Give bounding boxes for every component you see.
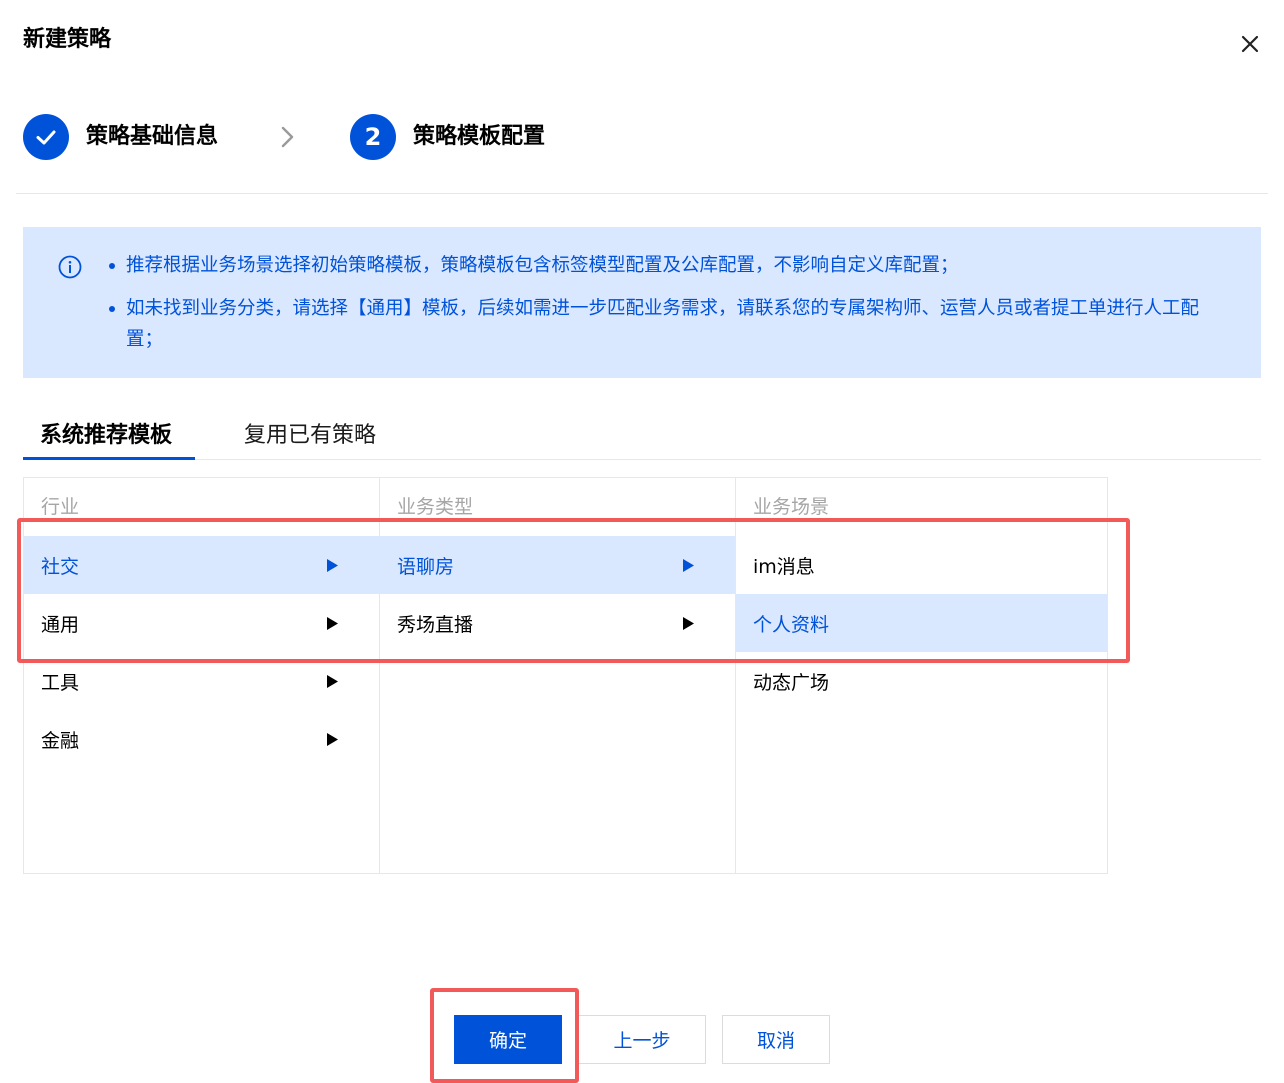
highlight-box-confirm xyxy=(430,988,579,1083)
step-2-indicator: 2 xyxy=(350,114,396,160)
close-button[interactable] xyxy=(1236,30,1264,58)
tab-active-indicator xyxy=(23,457,195,460)
highlight-box-selection xyxy=(17,518,1130,663)
tab-divider xyxy=(23,459,1261,460)
info-circle-icon xyxy=(58,255,82,279)
header-divider xyxy=(16,193,1268,194)
cancel-button[interactable]: 取消 xyxy=(722,1015,830,1064)
caret-right-icon xyxy=(327,675,338,688)
scene-item-label: 动态广场 xyxy=(753,671,830,694)
info-item: 如未找到业务分类，请选择【通用】模板，后续如需进一步匹配业务需求，请联系您的专属… xyxy=(105,293,1215,355)
previous-step-button[interactable]: 上一步 xyxy=(578,1015,706,1064)
industry-item-finance[interactable]: 金融 xyxy=(24,710,379,768)
tab-reuse-strategy[interactable]: 复用已有策略 xyxy=(244,420,376,452)
info-item: 推荐根据业务场景选择初始策略模板，策略模板包含标签模型配置及公库配置，不影响自定… xyxy=(105,250,1215,281)
step-2-label: 策略模板配置 xyxy=(413,124,546,149)
step-1-label: 策略基础信息 xyxy=(86,124,219,149)
check-icon xyxy=(36,130,56,145)
tab-system-templates[interactable]: 系统推荐模板 xyxy=(40,420,172,452)
industry-item-label: 工具 xyxy=(41,671,80,694)
dialog-title: 新建策略 xyxy=(23,27,112,52)
caret-right-icon xyxy=(327,733,338,746)
close-icon xyxy=(1241,35,1259,53)
info-list: 推荐根据业务场景选择初始策略模板，策略模板包含标签模型配置及公库配置，不影响自定… xyxy=(105,250,1215,355)
industry-item-label: 金融 xyxy=(41,729,80,752)
step-1-indicator xyxy=(23,114,69,160)
chevron-right-icon xyxy=(277,123,299,151)
